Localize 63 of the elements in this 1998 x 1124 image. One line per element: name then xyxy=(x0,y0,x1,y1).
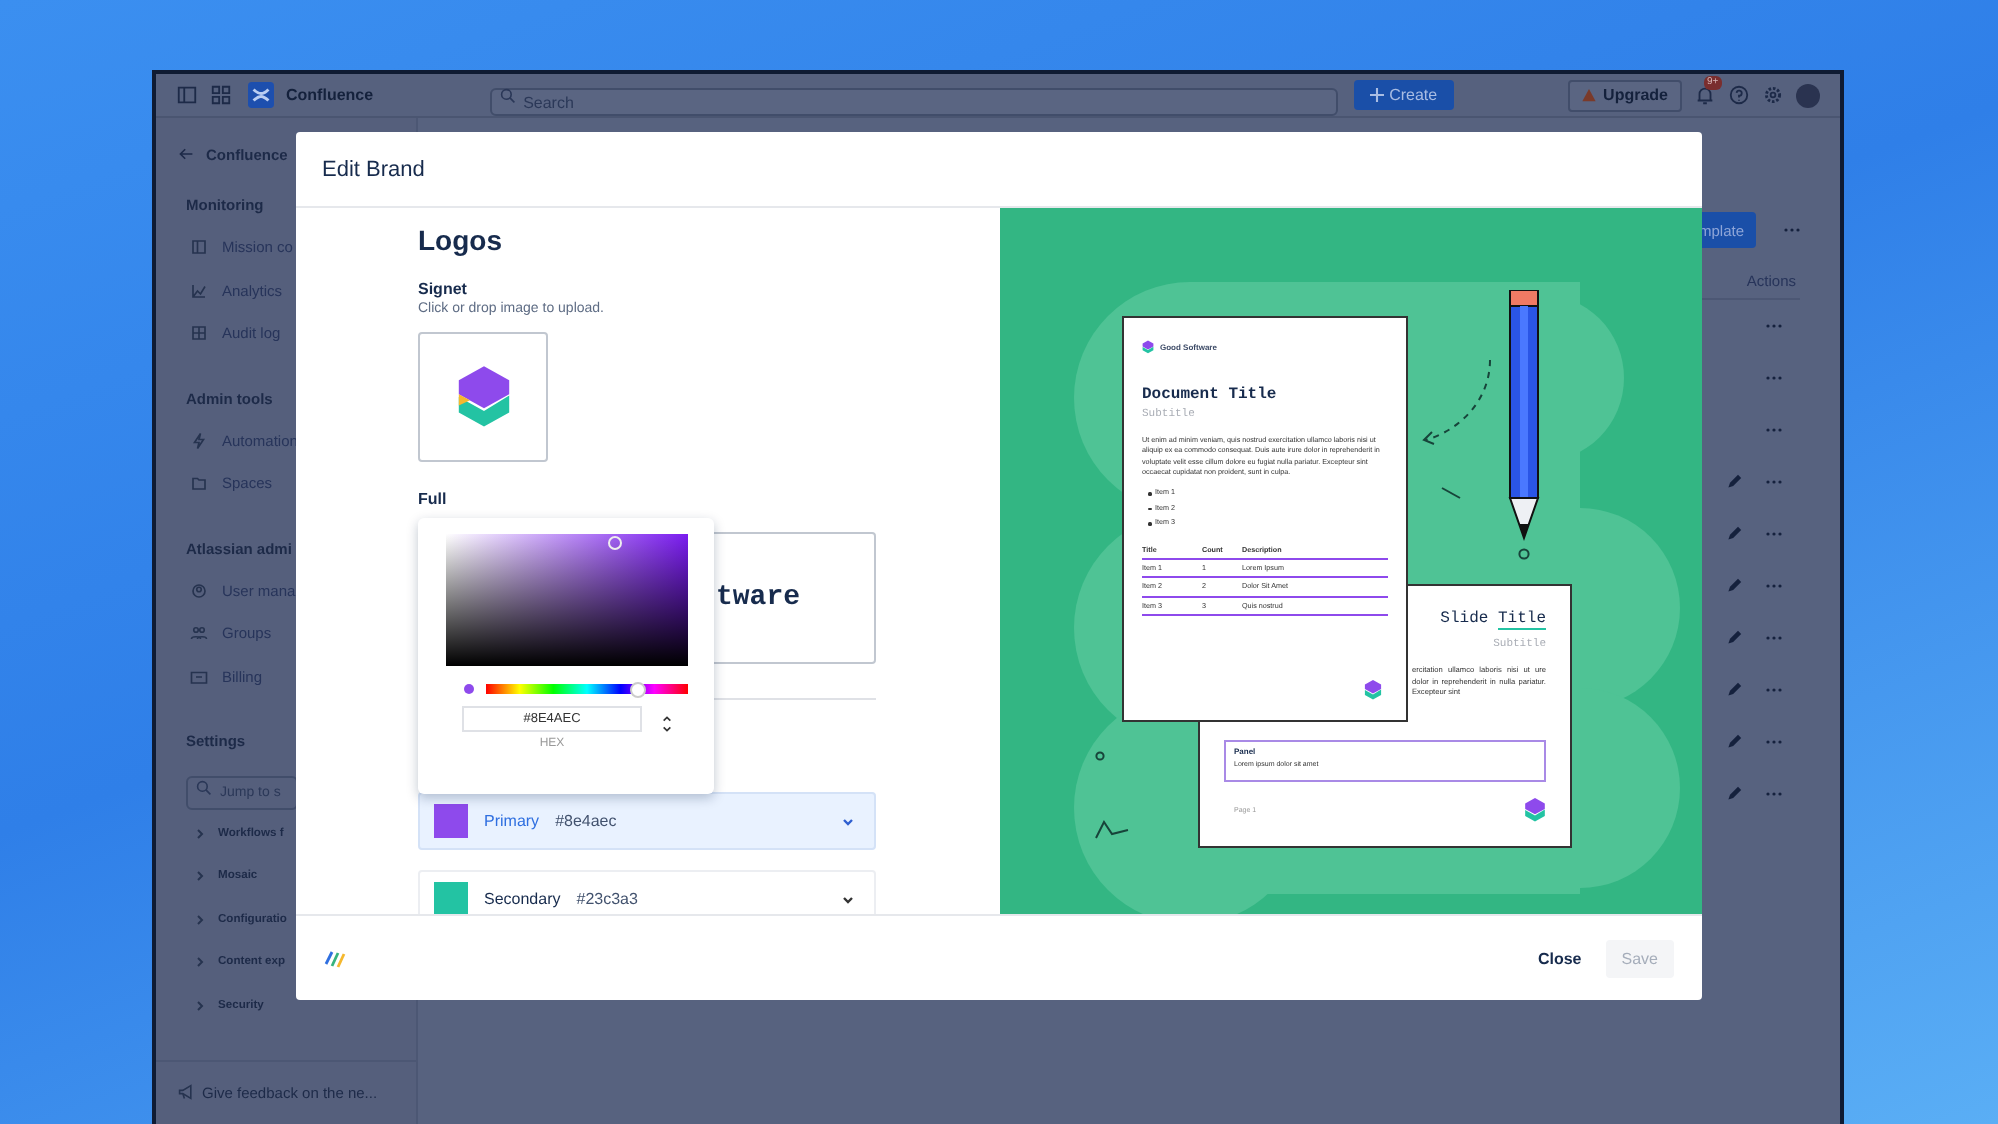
chevron-down-icon[interactable] xyxy=(842,893,854,905)
nav-item-icon xyxy=(190,281,208,300)
hexagon-logo-icon xyxy=(1364,680,1382,700)
pencil-icon[interactable] xyxy=(1726,578,1742,594)
pencil-icon[interactable] xyxy=(1726,474,1742,490)
app-switcher-icon[interactable] xyxy=(210,84,232,106)
stripes-logo-icon xyxy=(324,949,348,967)
back-arrow-icon[interactable] xyxy=(178,146,194,162)
slide-title: Slide Title xyxy=(1440,610,1546,628)
chevron-right-icon[interactable] xyxy=(194,827,206,840)
pencil-icon[interactable] xyxy=(1726,734,1742,750)
color-row[interactable]: Secondary #23c3a3 xyxy=(418,870,876,914)
avatar-icon[interactable] xyxy=(1796,83,1820,107)
dialog-title: Edit Brand xyxy=(322,157,425,181)
up-down-arrows-icon[interactable] xyxy=(662,714,672,734)
current-color-dot xyxy=(464,684,474,694)
nav-item-icon xyxy=(190,474,208,493)
hexagon-logo-icon xyxy=(455,366,511,428)
search-icon xyxy=(196,779,212,795)
pencil-icon[interactable] xyxy=(1726,786,1742,802)
chevron-right-icon[interactable] xyxy=(194,913,206,926)
chevron-right-icon[interactable] xyxy=(194,999,206,1012)
picker-handle[interactable] xyxy=(608,536,622,550)
hexagon-logo-icon xyxy=(1142,340,1154,354)
settings-icon[interactable] xyxy=(1762,84,1784,106)
product-logo-icon[interactable] xyxy=(248,82,274,108)
chevron-right-icon[interactable] xyxy=(194,870,206,883)
nav-item-icon xyxy=(190,238,208,257)
chevron-right-icon[interactable] xyxy=(194,956,206,969)
hexagon-logo-icon xyxy=(1524,797,1546,822)
search-icon xyxy=(499,87,516,103)
close-button[interactable]: Close xyxy=(1533,941,1586,975)
nav-item-icon xyxy=(190,624,208,643)
megaphone-icon xyxy=(178,1084,194,1100)
sidebar-toggle-icon[interactable] xyxy=(176,84,198,106)
hue-slider-thumb[interactable] xyxy=(629,682,646,698)
pencil-icon[interactable] xyxy=(1726,630,1742,646)
upgrade-button[interactable]: Upgrade xyxy=(1567,79,1682,111)
logo-wordmark: tware xyxy=(715,582,800,614)
plus-icon xyxy=(1369,88,1384,102)
create-button[interactable]: Create xyxy=(1353,80,1454,110)
nav-item-icon xyxy=(190,581,208,600)
field-label: Full xyxy=(418,488,449,510)
product-name[interactable]: Confluence xyxy=(286,86,374,104)
color-row[interactable]: Primary #8e4aec xyxy=(418,792,876,850)
document-title: Document Title xyxy=(1142,386,1279,404)
field-label: Signet xyxy=(418,278,469,300)
color-value: #23c3a3 xyxy=(576,890,638,908)
warning-icon xyxy=(1581,88,1596,102)
pencil-icon[interactable] xyxy=(1726,682,1742,698)
hue-slider[interactable] xyxy=(486,684,688,694)
color-name: Primary xyxy=(484,812,540,830)
color-value: #8e4aec xyxy=(555,812,617,830)
nav-item-icon xyxy=(190,431,208,450)
section-heading: Logos xyxy=(418,222,504,258)
nav-item-icon xyxy=(190,324,208,343)
color-name: Secondary xyxy=(484,890,561,908)
saturation-area[interactable] xyxy=(446,534,688,666)
pencil-icon[interactable] xyxy=(1726,526,1742,542)
notifications-icon[interactable] xyxy=(1694,84,1716,106)
help-icon[interactable] xyxy=(1728,84,1750,106)
signet-upload-area[interactable] xyxy=(418,332,548,462)
nav-item-icon xyxy=(190,667,208,686)
